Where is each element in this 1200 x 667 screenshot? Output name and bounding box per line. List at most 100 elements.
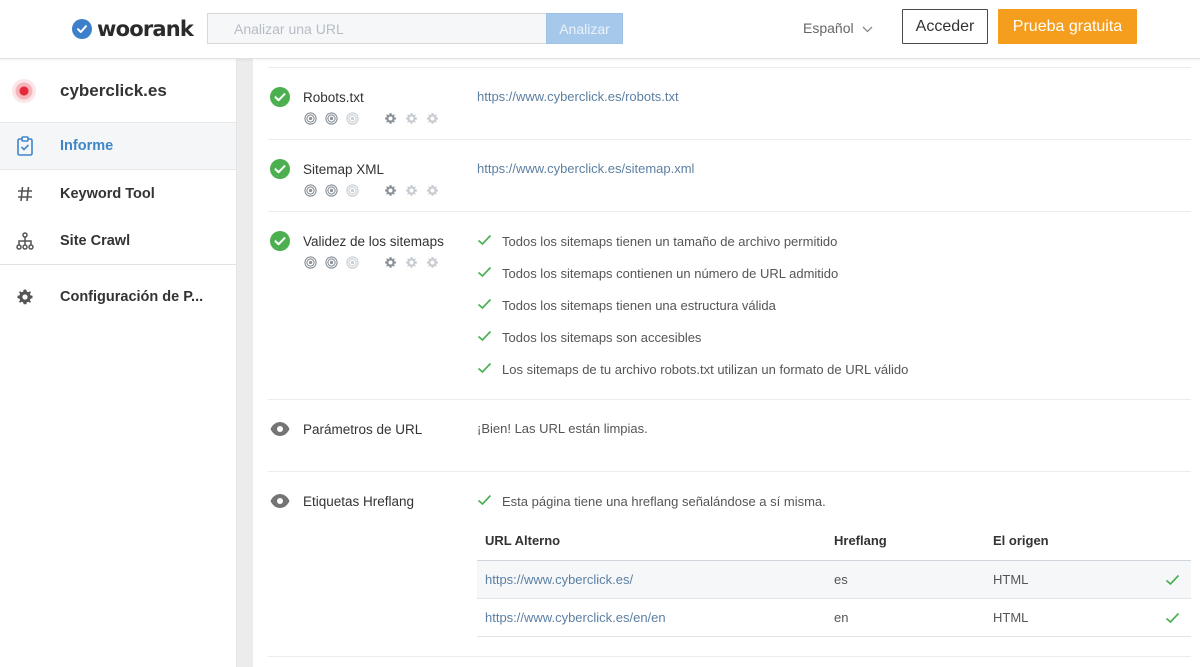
target-icon <box>346 256 359 274</box>
sidebar-item-informe[interactable]: Informe <box>0 123 236 170</box>
top-header: woorank Analizar Español Acceder Prueba … <box>0 0 1200 59</box>
origin-cell: HTML <box>993 572 1029 587</box>
site-status-icon <box>12 78 36 103</box>
url-params-result: ¡Bien! Las URL están limpias. <box>477 421 648 436</box>
check-item: Todos los sitemaps contienen un número d… <box>477 266 838 281</box>
gear-icon <box>384 256 397 274</box>
sitemap-icon <box>14 230 36 252</box>
origin-cell: HTML <box>993 610 1029 625</box>
gear-icon <box>405 184 418 202</box>
logo-text: woorank <box>97 17 194 41</box>
language-selector[interactable]: Español <box>803 20 873 36</box>
report-row-sitemap: Sitemap XML https://www.cyberclick.es/si… <box>268 139 1191 211</box>
sidebar-item-label: Keyword Tool <box>60 185 155 202</box>
check-item-text: Esta página tiene una hreflang señalándo… <box>502 494 826 509</box>
check-item: Los sitemaps de tu archivo robots.txt ut… <box>477 362 908 377</box>
table-row: https://www.cyberclick.es/ es HTML <box>477 561 1191 599</box>
row-divider <box>268 656 1191 667</box>
importance-indicators <box>304 184 439 202</box>
gear-icon <box>426 256 439 274</box>
alternate-url-link[interactable]: https://www.cyberclick.es/ <box>477 572 834 587</box>
chevron-down-icon <box>862 20 873 36</box>
importance-indicators <box>304 256 439 274</box>
check-icon <box>477 362 492 377</box>
report-content: Robots.txt https://www.cyberclick.es/rob… <box>253 59 1200 667</box>
check-item: Todos los sitemaps tienen una estructura… <box>477 298 776 313</box>
language-label: Español <box>803 20 854 36</box>
target-icon <box>325 256 338 274</box>
sidebar-item-label: Site Crawl <box>60 232 131 249</box>
target-icon <box>325 184 338 202</box>
report-row-url-params: Parámetros de URL ¡Bien! Las URL están l… <box>268 399 1191 471</box>
check-item-text: Todos los sitemaps tienen un tamaño de a… <box>502 234 838 249</box>
gear-icon <box>14 286 36 308</box>
hreflang-table: URL Alterno Hreflang El origen https://w… <box>477 520 1191 637</box>
check-icon <box>477 234 492 249</box>
target-icon <box>346 184 359 202</box>
row-title: Validez de los sitemaps <box>303 234 444 249</box>
target-icon <box>325 112 338 130</box>
logo-check-icon <box>72 19 92 39</box>
check-icon <box>477 494 492 509</box>
check-item: Esta página tiene una hreflang señalándo… <box>477 494 826 509</box>
success-check-icon <box>270 159 290 179</box>
check-icon <box>1153 612 1191 624</box>
check-item: Todos los sitemaps tienen un tamaño de a… <box>477 234 837 249</box>
check-item: Todos los sitemaps son accesibles <box>477 330 701 345</box>
sidebar-item-label: Informe <box>60 138 114 154</box>
sidebar-item-settings[interactable]: Configuración de P... <box>0 265 236 328</box>
check-item-text: Todos los sitemaps son accesibles <box>502 330 702 345</box>
analyze-button[interactable]: Analizar <box>546 13 623 44</box>
row-title: Parámetros de URL <box>303 422 423 437</box>
table-header-cell: El origen <box>993 532 1049 548</box>
clipboard-check-icon <box>14 135 36 157</box>
hreflang-cell: en <box>834 610 849 625</box>
gear-icon <box>405 256 418 274</box>
success-check-icon <box>270 231 290 251</box>
sidebar: cyberclick.es Informe Keyword Tool Site … <box>0 59 237 667</box>
hash-icon <box>14 183 36 205</box>
gear-icon <box>384 112 397 130</box>
table-header-cell: Hreflang <box>834 532 887 548</box>
row-title: Etiquetas Hreflang <box>303 494 415 509</box>
sitemap-url-link[interactable]: https://www.cyberclick.es/sitemap.xml <box>477 161 694 176</box>
hreflang-cell: es <box>834 572 848 587</box>
check-icon <box>477 330 492 345</box>
eye-icon <box>270 491 290 511</box>
free-trial-button[interactable]: Prueba gratuita <box>998 9 1137 44</box>
row-title: Sitemap XML <box>303 162 385 177</box>
check-icon <box>477 266 492 281</box>
report-row-sitemap-validity: Validez de los sitemaps Todos los sitema… <box>268 211 1191 399</box>
target-icon <box>304 184 317 202</box>
login-button[interactable]: Acceder <box>902 9 988 44</box>
gear-icon <box>426 112 439 130</box>
check-item-text: Todos los sitemaps contienen un número d… <box>502 266 839 281</box>
target-icon <box>304 112 317 130</box>
sidebar-item-keyword-tool[interactable]: Keyword Tool <box>0 170 236 217</box>
sidebar-scroll-gutter <box>237 59 253 667</box>
success-check-icon <box>270 87 290 107</box>
alternate-url-link[interactable]: https://www.cyberclick.es/en/en <box>477 610 834 625</box>
sidebar-item-site-crawl[interactable]: Site Crawl <box>0 217 236 264</box>
site-name: cyberclick.es <box>60 80 167 100</box>
gear-icon <box>384 184 397 202</box>
sidebar-item-label: Configuración de P... <box>60 288 204 305</box>
check-icon <box>1153 574 1191 586</box>
report-row-hreflang: Etiquetas Hreflang Esta página tiene una… <box>268 471 1191 656</box>
report-row-robots: Robots.txt https://www.cyberclick.es/rob… <box>268 67 1191 139</box>
eye-icon <box>270 419 290 439</box>
check-item-text: Los sitemaps de tu archivo robots.txt ut… <box>502 362 909 377</box>
table-row: https://www.cyberclick.es/en/en en HTML <box>477 599 1191 637</box>
woorank-logo[interactable]: woorank <box>72 17 194 41</box>
url-search-input[interactable] <box>207 13 546 44</box>
gear-icon <box>405 112 418 130</box>
site-selector[interactable]: cyberclick.es <box>0 59 236 123</box>
target-icon <box>346 112 359 130</box>
table-header-row: URL Alterno Hreflang El origen <box>477 520 1191 561</box>
robots-url-link[interactable]: https://www.cyberclick.es/robots.txt <box>477 89 679 104</box>
importance-indicators <box>304 112 439 130</box>
gear-icon <box>426 184 439 202</box>
check-item-text: Todos los sitemaps tienen una estructura… <box>502 298 776 313</box>
table-header-cell: URL Alterno <box>485 532 561 548</box>
row-title: Robots.txt <box>303 90 364 105</box>
